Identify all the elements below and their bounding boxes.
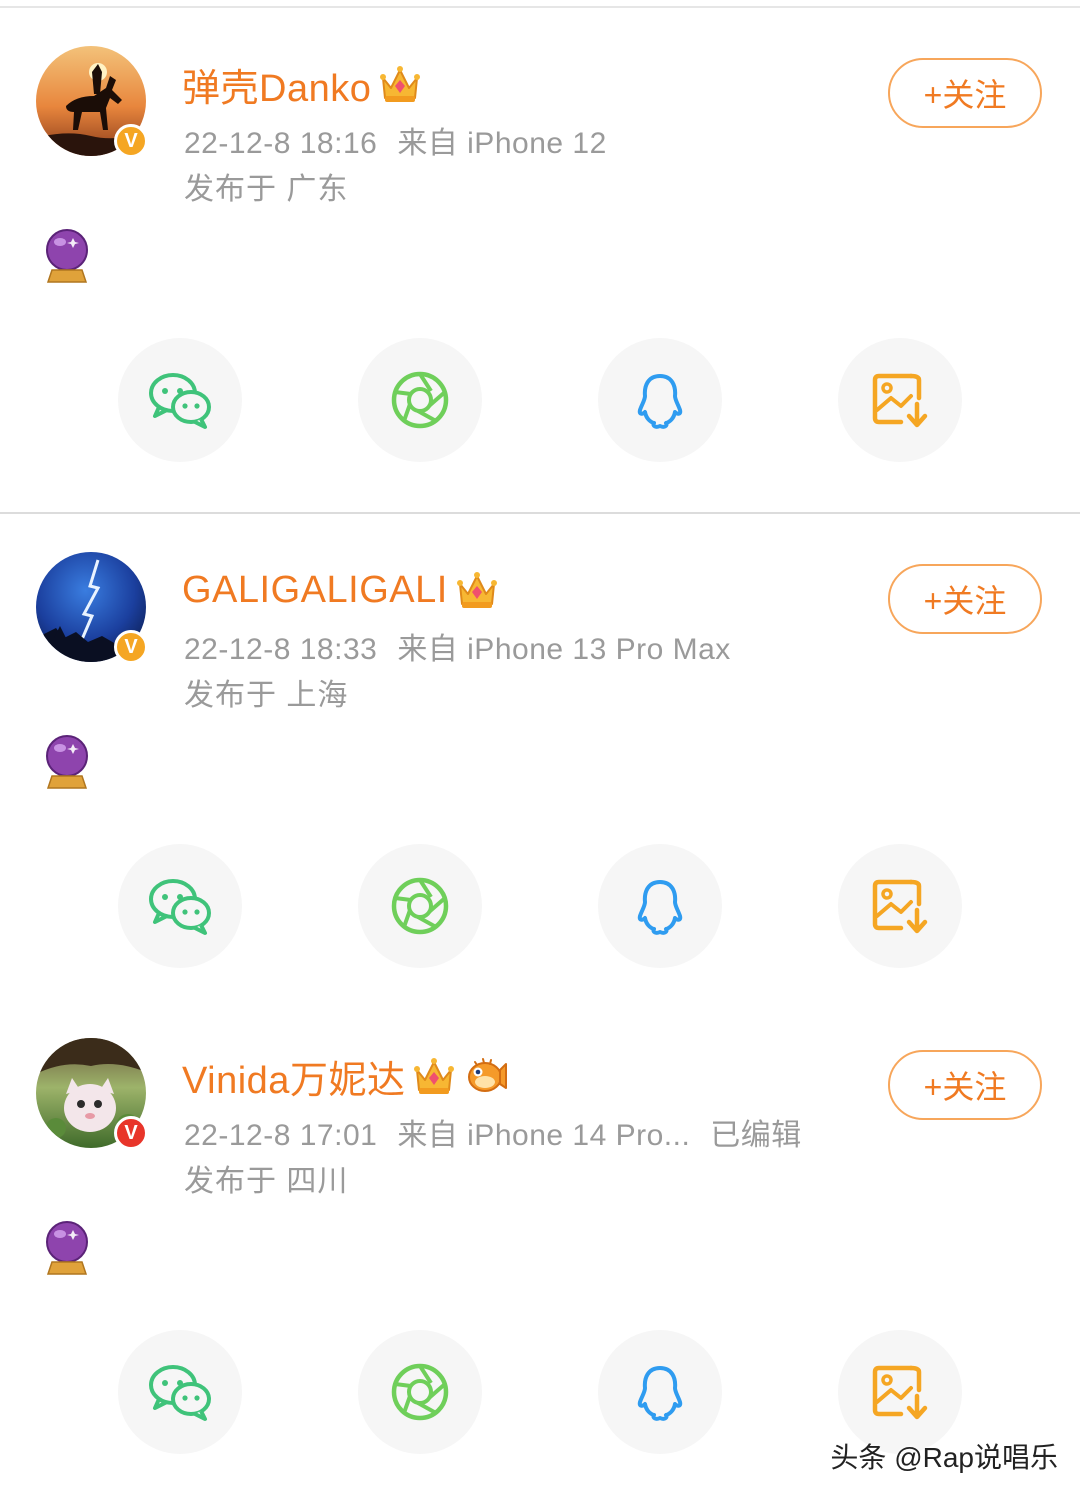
crystal-ball-icon [46, 735, 88, 789]
avatar[interactable]: V [36, 1038, 148, 1150]
wechat-icon [149, 1365, 211, 1421]
avatar[interactable]: V [36, 46, 148, 158]
post-source: 来自 iPhone 14 Pro... [397, 1119, 691, 1152]
post-time: 22-12-8 18:33 [184, 633, 378, 666]
watermark: 头条 @Rap说唱乐 [830, 1442, 1058, 1473]
moments-icon [390, 876, 450, 936]
crystal-ball-icon [46, 229, 88, 283]
crown-icon [413, 1057, 456, 1095]
avatar[interactable]: V [36, 552, 148, 664]
qq-icon [637, 1366, 683, 1421]
share-wechat-button[interactable] [118, 338, 242, 462]
user-name[interactable]: 弹壳Danko [182, 57, 371, 112]
user-name-row: 弹壳Danko [182, 56, 422, 112]
post-meta: 22-12-8 18:33 来自 iPhone 13 Pro Max [184, 624, 751, 668]
verified-badge: V [114, 630, 148, 664]
post-source: 来自 iPhone 13 Pro Max [397, 633, 731, 666]
share-qq-button[interactable] [598, 844, 722, 968]
user-name[interactable]: Vinida万妮达 [182, 1049, 405, 1104]
post-meta: 22-12-8 17:01 来自 iPhone 14 Pro... 已编辑 [184, 1110, 822, 1154]
post-meta: 22-12-8 18:16 来自 iPhone 12 [184, 118, 627, 162]
share-qq-button[interactable] [598, 338, 722, 462]
verified-badge: V [114, 124, 148, 158]
wechat-icon [149, 373, 211, 429]
save-image-icon [871, 1362, 929, 1422]
post-source: 来自 iPhone 12 [397, 127, 607, 160]
user-name-row: Vinida万妮达 [182, 1048, 508, 1104]
share-wechat-button[interactable] [118, 844, 242, 968]
post-time: 22-12-8 17:01 [184, 1119, 378, 1152]
follow-button[interactable]: +关注 [888, 564, 1042, 634]
post-time: 22-12-8 18:16 [184, 127, 378, 160]
share-moments-button[interactable] [358, 1330, 482, 1454]
post-edited-label: 已编辑 [710, 1119, 802, 1152]
qq-icon [637, 374, 683, 429]
crown-icon [379, 65, 422, 103]
crystal-ball-icon [46, 1221, 88, 1275]
post-location: 发布于 上海 [184, 679, 349, 712]
save-image-button[interactable] [838, 338, 962, 462]
share-bar [0, 338, 1080, 464]
moments-icon [390, 1362, 450, 1422]
pufferfish-icon [468, 1058, 508, 1092]
post-location: 发布于 四川 [184, 1165, 349, 1198]
share-qq-button[interactable] [598, 1330, 722, 1454]
share-bar [0, 844, 1080, 970]
wechat-icon [149, 879, 211, 935]
user-name[interactable]: GALIGALIGALI [182, 569, 448, 612]
verified-badge: V [114, 1116, 148, 1150]
post-card: V 弹壳Danko 22-12-8 18:16 来自 iPhone 12 发布于 … [0, 8, 1080, 514]
save-image-icon [871, 370, 929, 430]
save-image-button[interactable] [838, 844, 962, 968]
crown-icon [455, 571, 498, 609]
qq-icon [637, 880, 683, 935]
share-wechat-button[interactable] [118, 1330, 242, 1454]
save-image-icon [871, 876, 929, 936]
share-moments-button[interactable] [358, 338, 482, 462]
share-moments-button[interactable] [358, 844, 482, 968]
post-card: V Vinida万妮达 22-12-8 17:01 来自 iPhone 14 Pr… [0, 1000, 1080, 1498]
moments-icon [390, 370, 450, 430]
user-name-row: GALIGALIGALI [182, 562, 498, 618]
post-location: 发布于 广东 [184, 173, 349, 206]
follow-button[interactable]: +关注 [888, 58, 1042, 128]
post-card: V GALIGALIGALI 22-12-8 18:33 来自 iPhone 13… [0, 514, 1080, 1020]
follow-button[interactable]: +关注 [888, 1050, 1042, 1120]
